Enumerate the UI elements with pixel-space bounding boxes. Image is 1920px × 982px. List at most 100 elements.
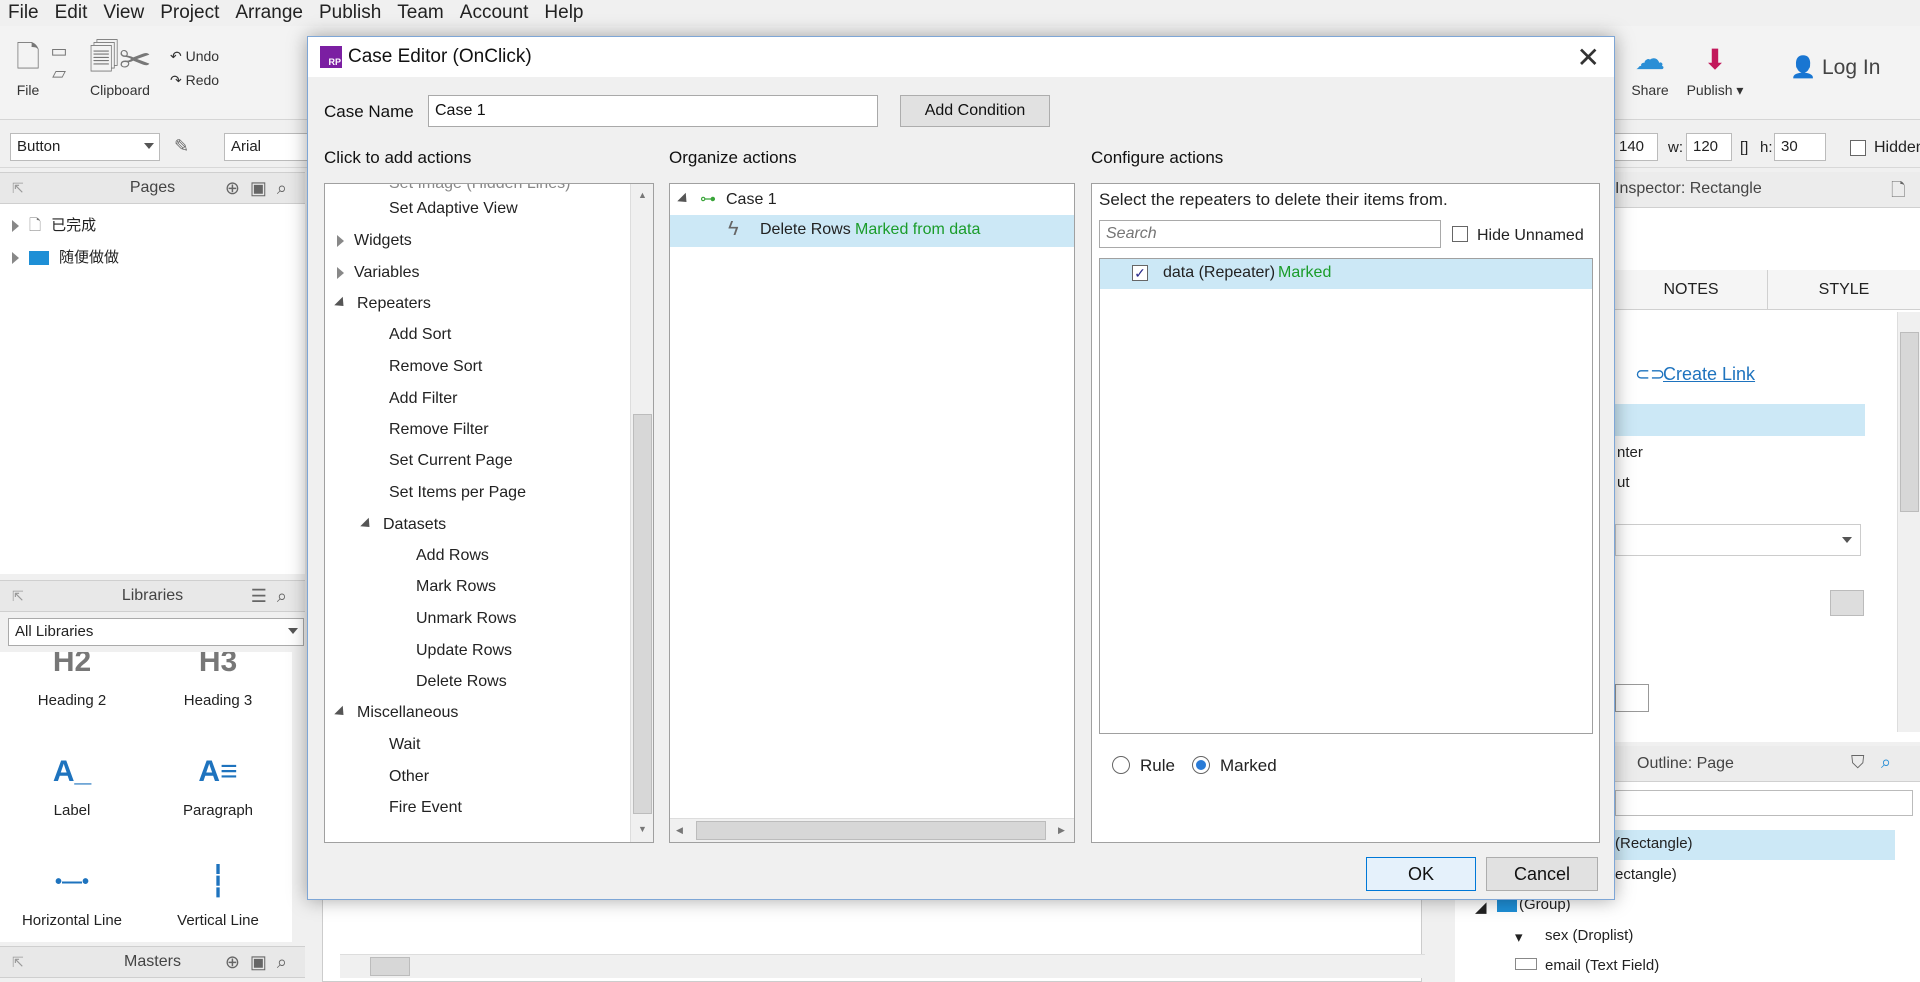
organize-horizontal-scrollbar[interactable]: ◀ ▶ [670, 818, 1074, 842]
horizontal-line-widget[interactable]: •—• Horizontal Line [2, 852, 142, 929]
file-toolbar-group[interactable]: 🗋 File [10, 38, 46, 98]
library-actions-icons[interactable]: ☰⌕ [251, 586, 297, 607]
outline-search-input[interactable] [1615, 790, 1913, 816]
canvas-horizontal-scrollbar[interactable] [340, 954, 1425, 978]
link-button[interactable] [1830, 590, 1864, 616]
action-add-filter[interactable]: Add Filter [389, 390, 457, 408]
share-button[interactable]: ☁ Share [1626, 42, 1674, 98]
action-other[interactable]: Other [389, 768, 429, 786]
publish-button[interactable]: ⬇ Publish ▾ [1684, 42, 1746, 99]
scroll-left-icon[interactable]: ◀ [676, 825, 683, 836]
undo-button[interactable]: ↶ Undo [170, 44, 240, 68]
vertical-line-widget[interactable]: ┆ Vertical Line [148, 852, 288, 929]
marked-radio[interactable] [1192, 756, 1210, 774]
heading-2-widget[interactable]: H2 Heading 2 [2, 652, 142, 709]
menu-edit[interactable]: Edit [47, 2, 96, 24]
folder-item[interactable]: 随便做做 [12, 246, 119, 267]
action-wait[interactable]: Wait [389, 736, 420, 754]
action-update-rows[interactable]: Update Rows [416, 642, 512, 660]
redo-button[interactable]: ↷ Redo [170, 68, 240, 92]
repeater-row[interactable]: ✓ data (Repeater) Marked [1100, 259, 1592, 289]
scroll-thumb[interactable] [1900, 332, 1919, 512]
hidden-checkbox[interactable] [1850, 140, 1866, 156]
action-group-repeaters[interactable]: Repeaters [334, 295, 431, 313]
menu-help[interactable]: Help [536, 2, 591, 24]
menu-view[interactable]: View [95, 2, 152, 24]
menu-account[interactable]: Account [452, 2, 537, 24]
menu-arrange[interactable]: Arrange [227, 2, 311, 24]
repeater-search-input[interactable] [1099, 220, 1441, 248]
tab-style[interactable]: STYLE [1767, 270, 1920, 310]
outline-item[interactable]: email (Text Field) [1545, 957, 1659, 974]
height-field[interactable]: 30 [1774, 133, 1826, 161]
inspector-scrollbar[interactable] [1897, 312, 1920, 732]
group-collapse-icon[interactable]: ◢ [1475, 898, 1487, 916]
action-set-current-page[interactable]: Set Current Page [389, 452, 513, 470]
ok-button[interactable]: OK [1366, 857, 1476, 891]
action-fire-event[interactable]: Fire Event [389, 799, 462, 817]
scroll-right-icon[interactable]: ▶ [1058, 825, 1065, 836]
filter-icon[interactable]: ⛉ [1851, 752, 1865, 773]
library-dropdown[interactable]: All Libraries [8, 618, 304, 646]
case-name-input[interactable] [428, 95, 878, 127]
page-item[interactable]: 🗋 已完成 [12, 214, 96, 240]
master-actions-icons[interactable]: ⊕▣⌕ [225, 952, 297, 973]
action-group-datasets[interactable]: Datasets [360, 516, 446, 534]
style-edit-icon[interactable]: ✎ [174, 136, 189, 157]
action-mark-rows[interactable]: Mark Rows [416, 578, 496, 596]
menu-file[interactable]: File [0, 2, 47, 24]
save-icon[interactable]: ▭ ▱ [48, 40, 70, 84]
action-set-items-per-page[interactable]: Set Items per Page [389, 484, 526, 502]
page-actions-icons[interactable]: ⊕▣⌕ [225, 178, 297, 199]
actions-scrollbar[interactable]: ▲ ▼ [630, 184, 653, 842]
search-icon[interactable]: ⌕ [1881, 752, 1891, 773]
action-delete-rows[interactable]: Delete Rows [416, 673, 507, 691]
login-button[interactable]: 👤 Log In [1790, 56, 1900, 80]
scroll-down-icon[interactable]: ▼ [638, 824, 647, 834]
scroll-thumb[interactable] [696, 821, 1046, 840]
create-link[interactable]: Create Link [1663, 364, 1755, 385]
menu-publish[interactable]: Publish [311, 2, 389, 24]
outline-item[interactable]: (Rectangle) [1615, 835, 1693, 852]
scroll-thumb[interactable] [633, 414, 652, 814]
add-condition-button[interactable]: Add Condition [900, 95, 1050, 127]
menu-team[interactable]: Team [389, 2, 451, 24]
action-add-sort[interactable]: Add Sort [389, 326, 451, 344]
action-group-miscellaneous[interactable]: Miscellaneous [334, 704, 458, 722]
tab-notes[interactable]: NOTES [1615, 270, 1767, 310]
copy-icon[interactable]: 🗐✂ [86, 38, 154, 78]
scroll-thumb[interactable] [370, 957, 410, 976]
menu-project[interactable]: Project [152, 2, 227, 24]
x-field[interactable]: 140 [1612, 133, 1658, 161]
scroll-up-icon[interactable]: ▲ [638, 190, 647, 200]
width-field[interactable]: 120 [1686, 133, 1732, 161]
action-remove-sort[interactable]: Remove Sort [389, 358, 482, 376]
link-dimensions-icon[interactable]: [] [1740, 139, 1748, 156]
collapse-panel-icon[interactable]: ⇱ [12, 180, 24, 197]
selected-interaction-row[interactable] [1615, 404, 1865, 436]
page-notes-icon[interactable]: 🗋 [1891, 178, 1905, 208]
paragraph-widget[interactable]: A≡ Paragraph [148, 742, 288, 819]
action-unmark-rows[interactable]: Unmark Rows [416, 610, 516, 628]
outline-item[interactable]: sex (Droplist) [1545, 927, 1633, 944]
action-set-adaptive-view[interactable]: Set Adaptive View [389, 200, 518, 218]
hide-unnamed-checkbox[interactable] [1452, 226, 1468, 242]
collapse-panel-icon[interactable]: ⇱ [12, 588, 24, 605]
repeater-checkbox[interactable]: ✓ [1132, 265, 1148, 281]
close-icon[interactable]: ✕ [1577, 41, 1600, 74]
cancel-button[interactable]: Cancel [1486, 857, 1598, 891]
collapse-panel-icon[interactable]: ⇱ [12, 954, 24, 971]
selected-action-row[interactable]: ϟ Delete Rows Marked from data [670, 215, 1074, 247]
action-group-variables[interactable]: Variables [337, 264, 420, 282]
heading-3-widget[interactable]: H3 Heading 3 [148, 652, 288, 709]
action-remove-filter[interactable]: Remove Filter [389, 421, 489, 439]
interaction-dropdown[interactable] [1615, 524, 1861, 556]
color-dropdown[interactable] [1615, 684, 1649, 712]
action-group-widgets[interactable]: Widgets [337, 232, 412, 250]
case-node[interactable]: ⊶ Case 1 [677, 189, 777, 209]
label-widget[interactable]: A_ Label [2, 742, 142, 819]
widget-type-dropdown[interactable]: Button [10, 133, 160, 161]
outline-item[interactable]: ectangle) [1615, 866, 1677, 883]
action-add-rows[interactable]: Add Rows [416, 547, 489, 565]
font-dropdown[interactable]: Arial [224, 133, 308, 161]
